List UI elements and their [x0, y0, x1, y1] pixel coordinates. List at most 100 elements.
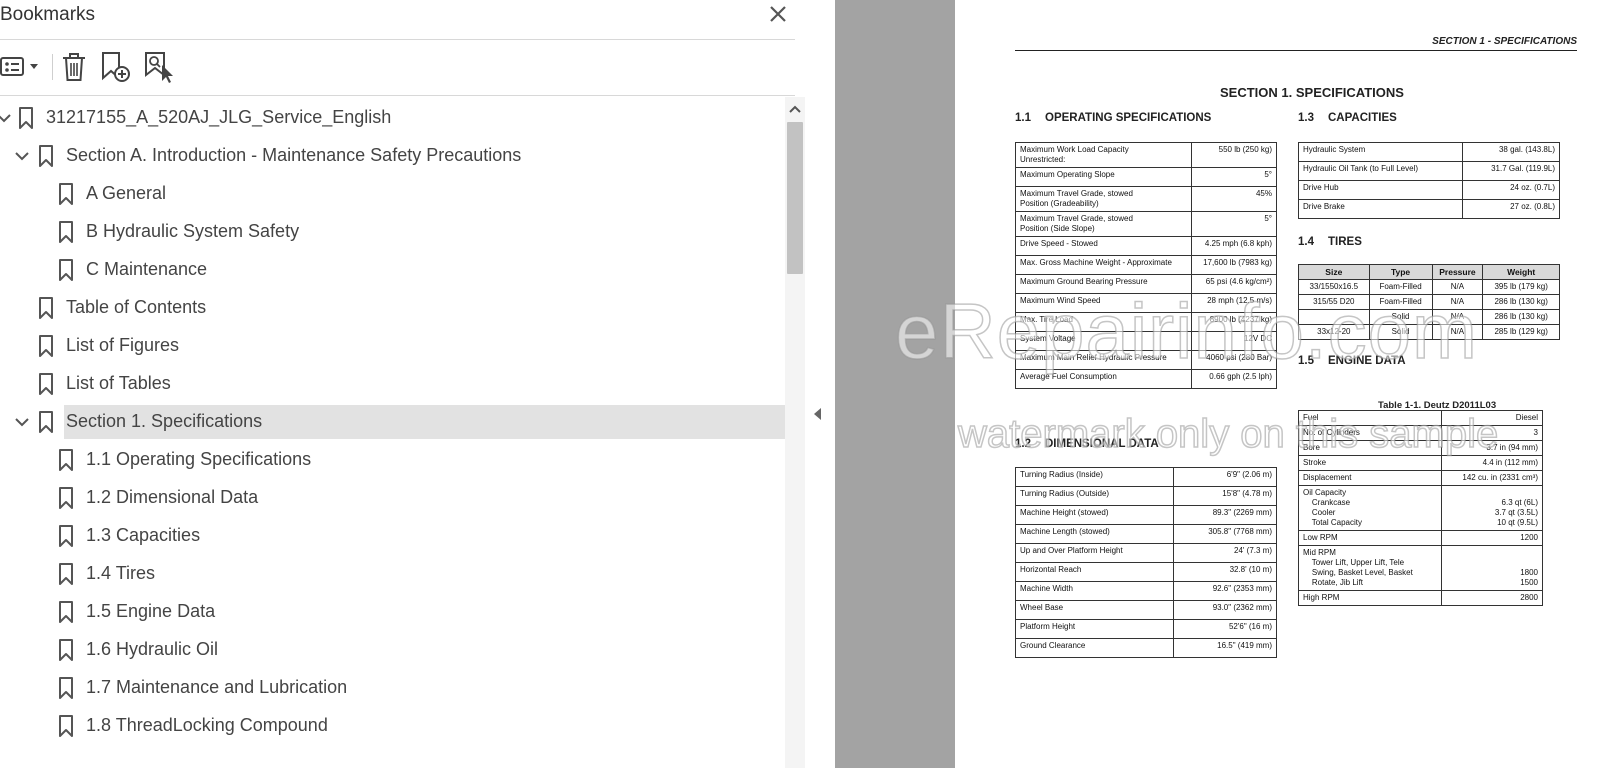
spec-value: 24 oz. (0.7L) [1462, 180, 1560, 200]
spec-value: 6'9" (2.06 m) [1173, 467, 1277, 487]
bookmark-item[interactable]: 1.7 Maintenance and Lubrication [0, 671, 785, 705]
table-row: Machine Height (stowed) 89.3" (2269 mm) [1014, 505, 1277, 525]
chevron-down-icon[interactable] [0, 110, 12, 126]
document-page[interactable]: SECTION 1 - SPECIFICATIONS SECTION 1. SP… [955, 0, 1605, 768]
bookmark-item[interactable]: A General [0, 177, 785, 211]
bookmark-item[interactable]: List of Tables [0, 367, 785, 401]
bookmark-item[interactable]: Table of Contents [0, 291, 785, 325]
table-row: Hydraulic Oil Tank (to Full Level) 31.7 G… [1297, 161, 1560, 181]
table-cell [1298, 309, 1370, 325]
bookmark-find-icon[interactable] [143, 50, 175, 84]
spec-label: System Voltage [1015, 331, 1192, 351]
collapse-panel-arrow-icon[interactable] [810, 400, 826, 428]
bookmark-item[interactable]: 31217155_A_520AJ_JLG_Service_English [0, 101, 785, 135]
scroll-up-arrow-icon[interactable] [785, 100, 805, 118]
spec-value: 93.0" (2362 mm) [1173, 600, 1277, 620]
bookmark-add-icon[interactable] [100, 50, 132, 84]
spec-value: 4060 psi (280 Bar) [1190, 350, 1278, 370]
close-icon[interactable] [766, 2, 790, 26]
running-head: SECTION 1 - SPECIFICATIONS [1015, 36, 1577, 51]
table-row: Machine Width 92.6" (2353 mm) [1014, 581, 1277, 601]
spec-label: Platform Height [1014, 619, 1175, 639]
table-row: Oil Capacity Crankcase Cooler Total Capa… [1298, 485, 1544, 531]
spec-label: Ground Clearance [1014, 638, 1175, 658]
bookmark-icon [58, 524, 74, 548]
chevron-down-icon[interactable] [14, 414, 30, 430]
bookmark-label: A General [86, 183, 167, 203]
bookmark-label: 1.5 Engine Data [86, 601, 216, 621]
spec-label: Max. Gross Machine Weight - Approximate [1015, 255, 1192, 275]
spec-value: 8900 lb (4237 kg) [1190, 312, 1278, 332]
dimensional-data-table: Turning Radius (Inside) 6'9" (2.06 m) Turn… [1014, 467, 1277, 658]
spec-label: Up and Over Platform Height [1014, 543, 1175, 563]
bookmark-icon [38, 144, 54, 168]
bookmark-item[interactable]: 1.4 Tires [0, 557, 785, 591]
bookmark-label: 1.7 Maintenance and Lubrication [86, 677, 348, 697]
trash-icon[interactable] [60, 50, 88, 84]
bookmark-item[interactable]: Section 1. Specifications [0, 405, 785, 439]
bookmark-label: 1.8 ThreadLocking Compound [86, 715, 328, 735]
table-row: High RPM 2800 [1298, 590, 1544, 606]
table-row: Turning Radius (Inside) 6'9" (2.06 m) [1014, 467, 1277, 487]
table-cell: 286 lb (130 kg) [1482, 309, 1560, 325]
spec-label: Average Fuel Consumption [1015, 369, 1192, 389]
table-cell: 286 lb (130 kg) [1482, 294, 1560, 310]
chevron-down-icon[interactable] [14, 148, 30, 164]
bookmark-label: Section 1. Specifications [66, 411, 263, 431]
spec-label: Drive Hub [1297, 180, 1464, 200]
table-cell: 33/1550x16.5 [1298, 279, 1370, 295]
spec-value: 32.8' (10 m) [1173, 562, 1277, 582]
spec-value: 1200 [1440, 530, 1544, 546]
spec-label: Drive Speed - Stowed [1015, 236, 1192, 256]
table-cell: Foam-Filled [1368, 294, 1433, 310]
spec-label: Maximum Operating Slope [1015, 167, 1192, 187]
bookmark-item[interactable]: 1.1 Operating Specifications [0, 443, 785, 477]
heading-number: 1.4 [1298, 236, 1314, 248]
bookmark-item[interactable]: 1.3 Capacities [0, 519, 785, 553]
spec-value: 16.5" (419 mm) [1173, 638, 1277, 658]
spec-value: 65 psi (4.6 kg/cm²) [1190, 274, 1278, 294]
bookmark-icon [18, 106, 34, 130]
spec-label: Hydraulic Oil Tank (to Full Level) [1297, 161, 1464, 181]
bookmark-item[interactable]: 1.5 Engine Data [0, 595, 785, 629]
heading-operating: 1.1 OPERATING SPECIFICATIONS [1015, 112, 1211, 124]
spec-label: Maximum Wind Speed [1015, 293, 1192, 313]
table-cell: N/A [1431, 309, 1484, 325]
spec-value: 0.66 gph (2.5 lph) [1190, 369, 1278, 389]
spec-label: Oil Capacity Crankcase Cooler Total Capa… [1298, 485, 1442, 531]
bookmark-icon [38, 372, 54, 396]
spec-value: 550 lb (250 kg) [1190, 142, 1278, 168]
bookmark-icon [58, 220, 74, 244]
bookmark-tree: 31217155_A_520AJ_JLG_Service_English Sect… [0, 97, 785, 768]
bookmark-icon [38, 296, 54, 320]
bookmark-item[interactable]: 1.8 ThreadLocking Compound [0, 709, 785, 743]
bookmark-label: List of Tables [66, 373, 171, 393]
bookmark-item[interactable]: List of Figures [0, 329, 785, 363]
bookmark-item[interactable]: C Maintenance [0, 253, 785, 287]
table-cell: N/A [1431, 279, 1484, 295]
heading-text: CAPACITIES [1328, 112, 1397, 124]
bookmark-icon [58, 486, 74, 510]
table-cell: Solid [1368, 309, 1433, 325]
table-cell: 285 lb (129 kg) [1482, 324, 1560, 340]
spec-label: Maximum Travel Grade, stowed Position (G… [1015, 186, 1192, 212]
bookmark-icon [58, 638, 74, 662]
heading-text: OPERATING SPECIFICATIONS [1045, 112, 1212, 124]
spec-label: Hydraulic System [1297, 142, 1464, 162]
bookmark-item[interactable]: Section A. Introduction - Maintenance Sa… [0, 139, 785, 173]
spec-label: High RPM [1298, 590, 1442, 606]
bookmark-label: 1.2 Dimensional Data [86, 487, 259, 507]
list-options-icon[interactable] [0, 50, 42, 84]
spec-label: Machine Length (stowed) [1014, 524, 1175, 544]
heading-dimensional: 1.2 DIMENSIONAL DATA [1015, 438, 1159, 450]
spec-label: Maximum Travel Grade, stowed Position (S… [1015, 211, 1192, 237]
scrollbar-thumb[interactable] [787, 122, 803, 274]
spec-label: Stroke [1298, 455, 1442, 471]
bookmark-label: Section A. Introduction - Maintenance Sa… [66, 145, 522, 165]
bookmark-item[interactable]: 1.2 Dimensional Data [0, 481, 785, 515]
bookmark-item[interactable]: B Hydraulic System Safety [0, 215, 785, 249]
spec-label: Maximum Ground Bearing Pressure [1015, 274, 1192, 294]
table-row: Maximum Travel Grade, stowed Position (G… [1015, 186, 1278, 212]
bookmark-item[interactable]: 1.6 Hydraulic Oil [0, 633, 785, 667]
spec-value: 24' (7.3 m) [1173, 543, 1277, 563]
